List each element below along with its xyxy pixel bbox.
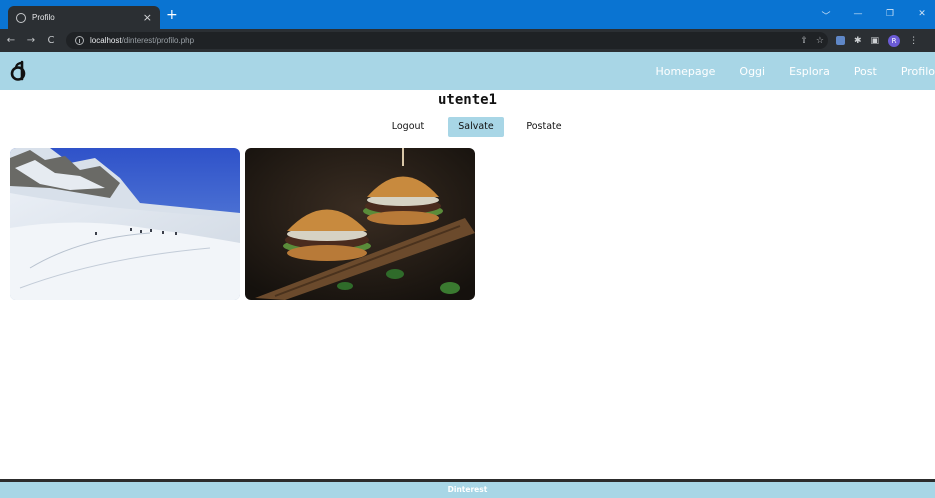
pin-card[interactable] [10,148,240,300]
window-controls: ﹀ — ❐ ✕ [821,9,927,22]
site-info-icon[interactable] [75,36,84,45]
tab-favicon-icon [16,12,26,23]
restore-button[interactable]: ❐ [885,9,895,22]
pin-card[interactable] [245,148,475,300]
close-window-button[interactable]: ✕ [917,9,927,22]
site-navbar: Homepage Oggi Esplora Post Profilo [0,52,935,90]
address-bar[interactable]: localhost/dinterest/profilo.php ⇪ ☆ [66,32,828,49]
new-tab-button[interactable]: + [166,8,178,22]
browser-tab[interactable]: Profilo × [8,6,160,29]
tab-postate[interactable]: Postate [517,117,571,137]
minimize-button[interactable]: — [853,9,863,22]
nav-homepage[interactable]: Homepage [655,65,715,78]
site-footer: Dinterest [0,482,935,498]
tab-salvate[interactable]: Salvate [448,117,504,137]
side-panel-icon[interactable]: ▣ [871,36,880,46]
nav-oggi[interactable]: Oggi [739,65,765,78]
tab-title: Profilo [32,13,55,22]
tab-search-icon[interactable]: ﹀ [821,9,831,22]
extension-icon[interactable] [836,36,845,45]
burgers-image [245,148,475,300]
logout-button[interactable]: Logout [382,117,434,137]
browser-titlebar: Profilo × + ﹀ — ❐ ✕ [0,0,935,29]
profile-username: utente1 [437,92,497,108]
browser-toolbar: ← → C localhost/dinterest/profilo.php ⇪ … [0,29,935,52]
snowy-mountain-image [10,148,240,300]
forward-arrow-icon[interactable]: → [22,35,40,46]
nav-links: Homepage Oggi Esplora Post Profilo [655,52,935,90]
tab-close-icon[interactable]: × [143,12,152,23]
url-path: /dinterest/profilo.php [121,36,195,45]
profile-avatar[interactable]: R [888,34,901,47]
nav-profilo[interactable]: Profilo [901,65,935,78]
nav-esplora[interactable]: Esplora [789,65,830,78]
profile-tabs: Logout Salvate Postate [0,117,935,137]
reload-icon[interactable]: C [42,35,60,46]
pin-gallery [10,148,475,300]
share-icon[interactable]: ⇪ [800,36,808,46]
url-host: localhost [90,36,122,45]
dinterest-logo-icon[interactable] [9,60,31,82]
bookmark-star-icon[interactable]: ☆ [816,36,824,46]
menu-kebab-icon[interactable]: ⋮ [909,36,918,46]
pin-icon[interactable]: ✱ [854,36,862,46]
back-arrow-icon[interactable]: ← [2,35,20,46]
nav-post[interactable]: Post [854,65,877,78]
